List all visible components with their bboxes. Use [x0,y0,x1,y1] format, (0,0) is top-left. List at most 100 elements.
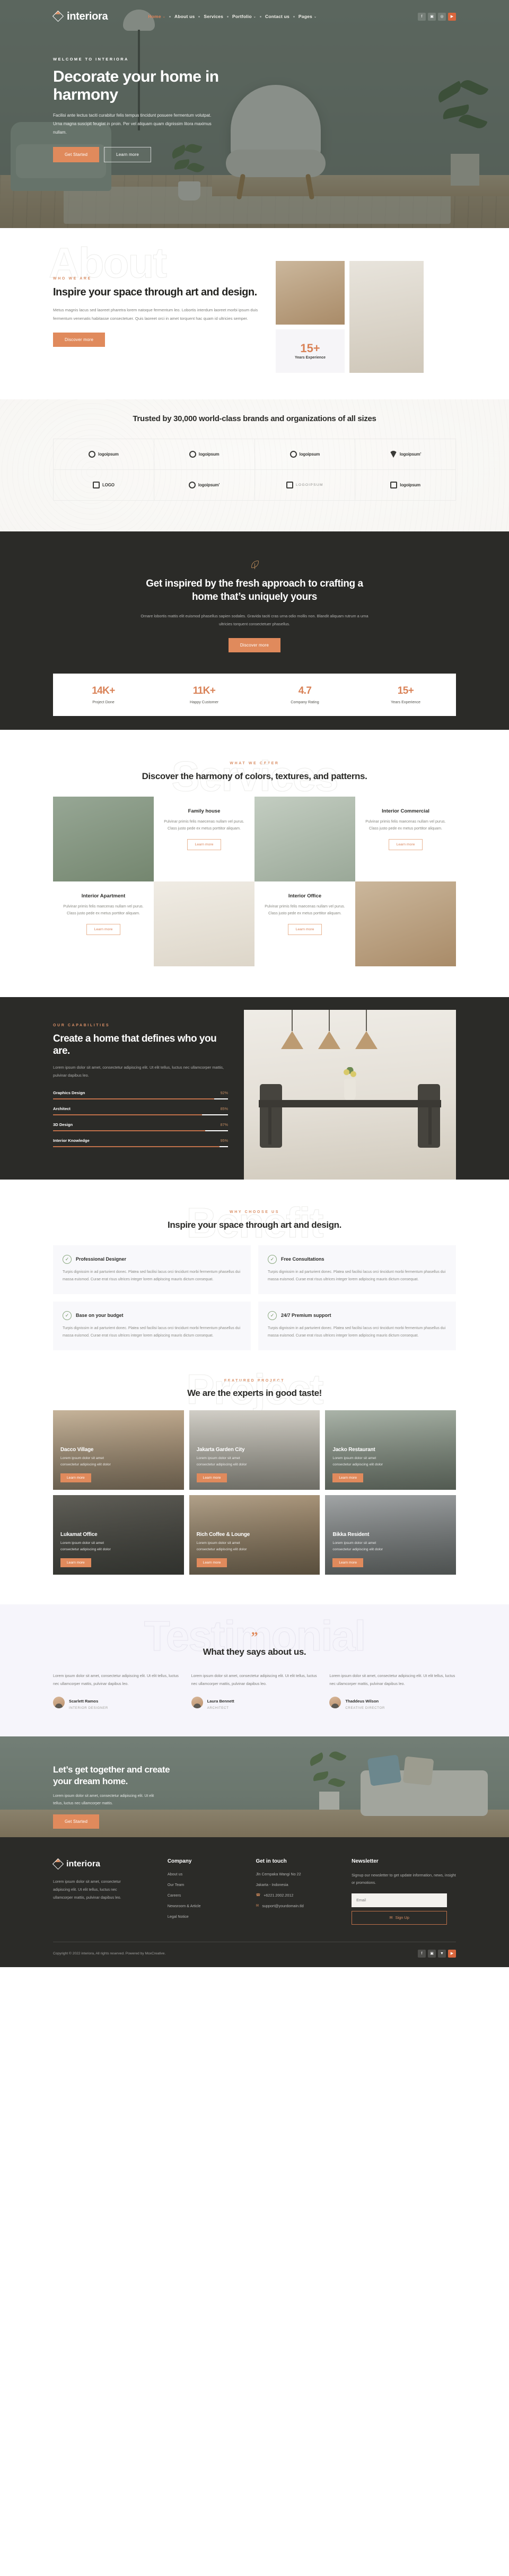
nav-item-contact-us[interactable]: Contact us [265,14,289,19]
inspire-title: Get inspired by the fresh approach to cr… [146,578,363,603]
footer-email[interactable]: ✉ support@yourdomain.tld [256,1903,338,1908]
project-card-dacco-village[interactable]: Dacco Village Lorem ipsum dolor sit amet… [53,1410,184,1490]
chevron-down-icon: ⌄ [313,15,317,19]
nav-item-home[interactable]: Home ⌄ [148,14,165,19]
cta-content: Let’s get together and create your dream… [53,1736,456,1829]
youtube-icon[interactable]: ▶ [448,1949,456,1958]
logoipsum-mark-icon [189,450,196,458]
navbar-social-links: f ▣ ◎ ▶ [418,12,456,21]
discover-more-button[interactable]: Discover more [53,332,106,347]
benefit-card-premium-support: ✓ 24/7 Premium support Turpis dignissim … [258,1301,456,1350]
project-card-jacko-restaurant[interactable]: Jacko Restaurant Lorem ipsum dolor sit a… [325,1410,456,1490]
service-learn-more-button[interactable]: Learn more [187,839,222,851]
projects-label: FEATURED PROJECT [224,1378,285,1383]
testimonial-card: Lorem ipsum dolor sit amet, consectetur … [53,1673,179,1710]
project-learn-more-button[interactable]: Learn more [196,1473,227,1482]
nav-item-about-us[interactable]: About us [174,14,195,19]
project-card-rich-coffee-lounge[interactable]: Rich Coffee & Lounge Lorem ipsum dolor s… [189,1495,320,1575]
footer-newsletter-text: Signup our newsletter to get update info… [352,1872,456,1885]
nav-item-services[interactable]: Services [204,14,223,19]
service-card-family-house: Family house Pulvinar primis felis maece… [154,796,254,862]
footer-contact-heading: Get in touch [256,1858,287,1864]
hero-content: WELCOME TO INTERIORA Decorate your home … [53,33,456,163]
instagram-icon[interactable]: ▣ [428,1949,436,1958]
footer-link-careers[interactable]: Careers [168,1893,242,1898]
about-images: 15+ Years Experience [276,261,456,373]
service-image-interior-office [355,881,456,966]
youtube-icon[interactable]: ▶ [448,12,456,21]
cta-paragraph: Lorem ipsum dolor sit amet, consectetur … [53,1794,154,1805]
nav-item-pages[interactable]: Pages ⌄ [299,14,317,19]
facebook-icon[interactable]: f [418,12,426,21]
dribbble-icon[interactable]: ◎ [438,12,446,21]
experience-label: Years Experience [295,356,326,360]
footer-phone[interactable]: ☎ +6221.2002.2012 [256,1893,338,1898]
project-card-jakarta-garden-city[interactable]: Jakarta Garden City Lorem ipsum dolor si… [189,1410,320,1490]
project-learn-more-button[interactable]: Learn more [332,1473,364,1482]
avatar [53,1697,65,1709]
footer-link-about-us[interactable]: About us [168,1872,242,1876]
nav-separator [198,15,200,18]
brand-logo-cell[interactable]: LOGOIPSUM [254,469,356,501]
site-logo[interactable]: interiora [52,10,108,23]
service-card-interior-commercial: Interior Commercial Pulvinar primis feli… [355,796,456,862]
footer-link-our-team[interactable]: Our Team [168,1882,242,1887]
nav-item-portfolio[interactable]: Portfolio ⌄ [232,14,256,19]
footer-logo[interactable]: interiora [52,1858,154,1870]
cta-get-started-button[interactable]: Get Started [53,1814,100,1829]
brand-logo-cell[interactable]: LOGO [54,469,154,501]
twitter-icon[interactable]: ▼ [438,1949,446,1958]
project-learn-more-button[interactable]: Learn more [60,1558,91,1567]
check-circle-icon: ✓ [268,1311,277,1320]
brand-logo-cell[interactable]: logoipsum [355,469,456,501]
learn-more-button[interactable]: Learn more [104,147,152,163]
about-paragraph: Metus magnis lacus sed laoreet pharetra … [53,308,258,321]
brand-logo-cell[interactable]: logoipsum’ [355,439,456,470]
main-navbar: interiora Home ⌄ About us Services Portf… [52,0,456,33]
about-image-stools [276,261,345,325]
services-title: Discover the harmony of colors, textures… [142,771,367,781]
brand-logo-cell[interactable]: logoipsum [54,439,154,470]
envelope-icon: ✉ [256,1904,259,1908]
project-learn-more-button[interactable]: Learn more [196,1558,227,1567]
cta-title: Let’s get together and create your dream… [53,1764,170,1787]
logoipsum-mark-icon [89,450,96,458]
about-section: About WHO WE ARE Inspire your space thro… [0,228,509,399]
footer-company-column: Company About us Our Team Careers Newsro… [168,1858,242,1925]
logoipsum-mark-icon [92,481,100,488]
newsletter-email-input[interactable] [352,1893,447,1907]
inspire-discover-button[interactable]: Discover more [228,638,281,652]
service-learn-more-button[interactable]: Learn more [287,924,322,936]
logoipsum-mark-icon [286,481,294,488]
project-card-lukamat-office[interactable]: Lukamat Office Lorem ipsum dolor sit ame… [53,1495,184,1575]
project-learn-more-button[interactable]: Learn more [60,1473,91,1482]
service-learn-more-button[interactable]: Learn more [388,839,423,851]
logoipsum-mark-icon [188,481,196,488]
footer-link-legal-notice[interactable]: Legal Notice [168,1914,242,1919]
about-image-room [349,261,424,373]
newsletter-signup-button[interactable]: ✉ Sign Up [352,1910,447,1925]
diamond-logo-icon [52,1858,64,1870]
skill-bar-graphics-design: Graphics Design 92% [53,1090,228,1099]
dining-room-image [244,1009,456,1185]
instagram-icon[interactable]: ▣ [428,12,436,21]
get-started-button[interactable]: Get Started [53,147,100,163]
logoipsum-mark-icon [389,450,397,458]
services-section: Services WHAT WE OFFER Discover the harm… [0,729,509,997]
logo-text: interiora [67,10,108,22]
brand-logo-cell[interactable]: logoipsum [254,439,356,470]
facebook-icon[interactable]: f [418,1949,426,1958]
service-learn-more-button[interactable]: Learn more [86,924,121,936]
brand-logo-cell[interactable]: logoipsum [154,439,255,470]
capabilities-section: OUR CAPABILITIES Create a home that defi… [0,997,509,1185]
brands-section: Trusted by 30,000 world-class brands and… [0,399,509,531]
brand-logo-cell[interactable]: logoipsum’ [154,469,255,501]
footer-link-newsroom[interactable]: Newsroom & Article [168,1903,242,1908]
nav-menu: Home ⌄ About us Services Portfolio ⌄ Con… [148,14,317,19]
benefit-title: Inspire your space through art and desig… [168,1219,341,1230]
project-card-bikka-resident[interactable]: Bikka Resident Lorem ipsum dolor sit ame… [325,1495,456,1575]
hero-eyebrow: WELCOME TO INTERIORA [53,57,129,62]
hero-title: Decorate your home in harmony [53,68,219,104]
skill-bar-architect: Architect 85% [53,1106,228,1115]
project-learn-more-button[interactable]: Learn more [332,1558,364,1567]
